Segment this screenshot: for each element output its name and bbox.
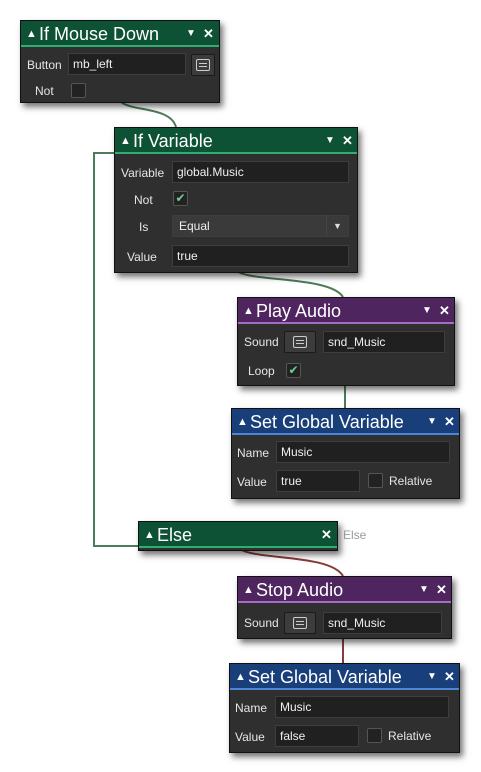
if-variable-node[interactable]: ▲ If Variable ▼ ✕ Variable global.Music … bbox=[114, 127, 358, 273]
is-dropdown-value: Equal bbox=[179, 219, 210, 233]
not-checkbox[interactable] bbox=[71, 83, 86, 98]
node-title: Play Audio bbox=[256, 301, 342, 321]
relative-checkbox[interactable] bbox=[368, 473, 383, 488]
set-global-variable-node-1[interactable]: ▲ Set Global Variable ▼ ✕ Name Music Val… bbox=[231, 408, 460, 499]
is-dropdown[interactable]: Equal ▼ bbox=[172, 215, 349, 237]
sound-picker-button[interactable] bbox=[284, 331, 316, 353]
menu-arrow-icon[interactable]: ▼ bbox=[427, 409, 437, 435]
sound-label: Sound bbox=[244, 335, 279, 349]
collapse-icon[interactable]: ▲ bbox=[120, 128, 131, 154]
node-title: Set Global Variable bbox=[250, 412, 404, 432]
else-side-label: Else bbox=[343, 528, 367, 542]
not-label: Not bbox=[134, 193, 153, 207]
close-icon[interactable]: ✕ bbox=[321, 522, 332, 548]
connector-variable-to-play bbox=[236, 270, 344, 298]
menu-arrow-icon[interactable]: ▼ bbox=[422, 298, 432, 324]
is-label: Is bbox=[139, 220, 149, 234]
value-field[interactable]: true bbox=[276, 470, 360, 492]
menu-arrow-icon[interactable]: ▼ bbox=[325, 128, 335, 154]
node-title: Stop Audio bbox=[256, 580, 344, 600]
collapse-icon[interactable]: ▲ bbox=[243, 298, 254, 324]
value-field[interactable]: false bbox=[275, 725, 359, 747]
relative-checkbox[interactable] bbox=[367, 728, 382, 743]
connector-lines bbox=[93, 100, 346, 663]
close-icon[interactable]: ✕ bbox=[439, 298, 450, 324]
set-global-variable-header[interactable]: ▲ Set Global Variable ▼ ✕ bbox=[230, 664, 459, 690]
variable-field[interactable]: global.Music bbox=[172, 161, 349, 183]
close-icon[interactable]: ✕ bbox=[444, 409, 455, 435]
button-label: Button bbox=[27, 58, 62, 72]
name-field[interactable]: Music bbox=[275, 696, 449, 718]
stop-audio-node[interactable]: ▲ Stop Audio ▼ ✕ Sound snd_Music bbox=[237, 576, 452, 639]
name-label: Name bbox=[235, 701, 268, 715]
collapse-icon[interactable]: ▲ bbox=[144, 522, 155, 548]
dropdown-arrow-icon[interactable]: ▼ bbox=[326, 215, 348, 237]
value-label: Value bbox=[127, 250, 157, 264]
menu-arrow-icon[interactable]: ▼ bbox=[419, 577, 429, 603]
play-audio-header[interactable]: ▲ Play Audio ▼ ✕ bbox=[238, 298, 454, 324]
node-title: If Mouse Down bbox=[39, 24, 160, 44]
value-label: Value bbox=[237, 475, 267, 489]
connector-else-to-stop bbox=[239, 548, 344, 577]
node-title: Else bbox=[157, 525, 193, 545]
close-icon[interactable]: ✕ bbox=[444, 664, 455, 690]
sound-field[interactable]: snd_Music bbox=[323, 331, 445, 353]
resource-picker-icon bbox=[293, 617, 307, 629]
button-field[interactable]: mb_left bbox=[68, 53, 186, 75]
menu-arrow-icon[interactable]: ▼ bbox=[427, 664, 437, 690]
else-node[interactable]: ▲ Else ✕ bbox=[138, 521, 338, 551]
node-title: Set Global Variable bbox=[248, 667, 402, 687]
connector-mouse-to-variable bbox=[119, 100, 177, 128]
not-checkbox[interactable]: ✔ bbox=[173, 191, 188, 206]
set-global-variable-node-2[interactable]: ▲ Set Global Variable ▼ ✕ Name Music Val… bbox=[229, 663, 460, 753]
else-header[interactable]: ▲ Else ✕ bbox=[139, 522, 337, 548]
stop-audio-header[interactable]: ▲ Stop Audio ▼ ✕ bbox=[238, 577, 451, 603]
play-audio-node[interactable]: ▲ Play Audio ▼ ✕ Sound snd_Music Loop ✔ bbox=[237, 297, 455, 386]
button-picker-button[interactable] bbox=[191, 54, 215, 76]
set-global-variable-header[interactable]: ▲ Set Global Variable ▼ ✕ bbox=[232, 409, 459, 435]
collapse-icon[interactable]: ▲ bbox=[26, 21, 37, 47]
if-mouse-down-header[interactable]: ▲ If Mouse Down ▼ ✕ bbox=[21, 21, 219, 47]
resource-picker-icon bbox=[293, 336, 307, 348]
relative-label: Relative bbox=[389, 474, 433, 488]
not-label: Not bbox=[35, 84, 54, 98]
loop-label: Loop bbox=[248, 364, 275, 378]
value-label: Value bbox=[235, 730, 265, 744]
relative-label: Relative bbox=[388, 729, 432, 743]
name-field[interactable]: Music bbox=[276, 441, 450, 463]
collapse-icon[interactable]: ▲ bbox=[235, 664, 246, 690]
variable-label: Variable bbox=[121, 166, 165, 180]
collapse-icon[interactable]: ▲ bbox=[237, 409, 248, 435]
loop-checkbox[interactable]: ✔ bbox=[286, 363, 301, 378]
collapse-icon[interactable]: ▲ bbox=[243, 577, 254, 603]
name-label: Name bbox=[237, 446, 270, 460]
close-icon[interactable]: ✕ bbox=[436, 577, 447, 603]
sound-label: Sound bbox=[244, 616, 279, 630]
node-title: If Variable bbox=[133, 131, 213, 151]
resource-picker-icon bbox=[196, 59, 210, 71]
if-mouse-down-node[interactable]: ▲ If Mouse Down ▼ ✕ Button mb_left Not bbox=[20, 20, 220, 103]
sound-field[interactable]: snd_Music bbox=[323, 612, 442, 634]
sound-picker-button[interactable] bbox=[284, 612, 316, 634]
close-icon[interactable]: ✕ bbox=[342, 128, 353, 154]
value-field[interactable]: true bbox=[172, 245, 349, 267]
menu-arrow-icon[interactable]: ▼ bbox=[186, 21, 196, 47]
if-variable-header[interactable]: ▲ If Variable ▼ ✕ bbox=[115, 128, 357, 154]
close-icon[interactable]: ✕ bbox=[203, 21, 214, 47]
